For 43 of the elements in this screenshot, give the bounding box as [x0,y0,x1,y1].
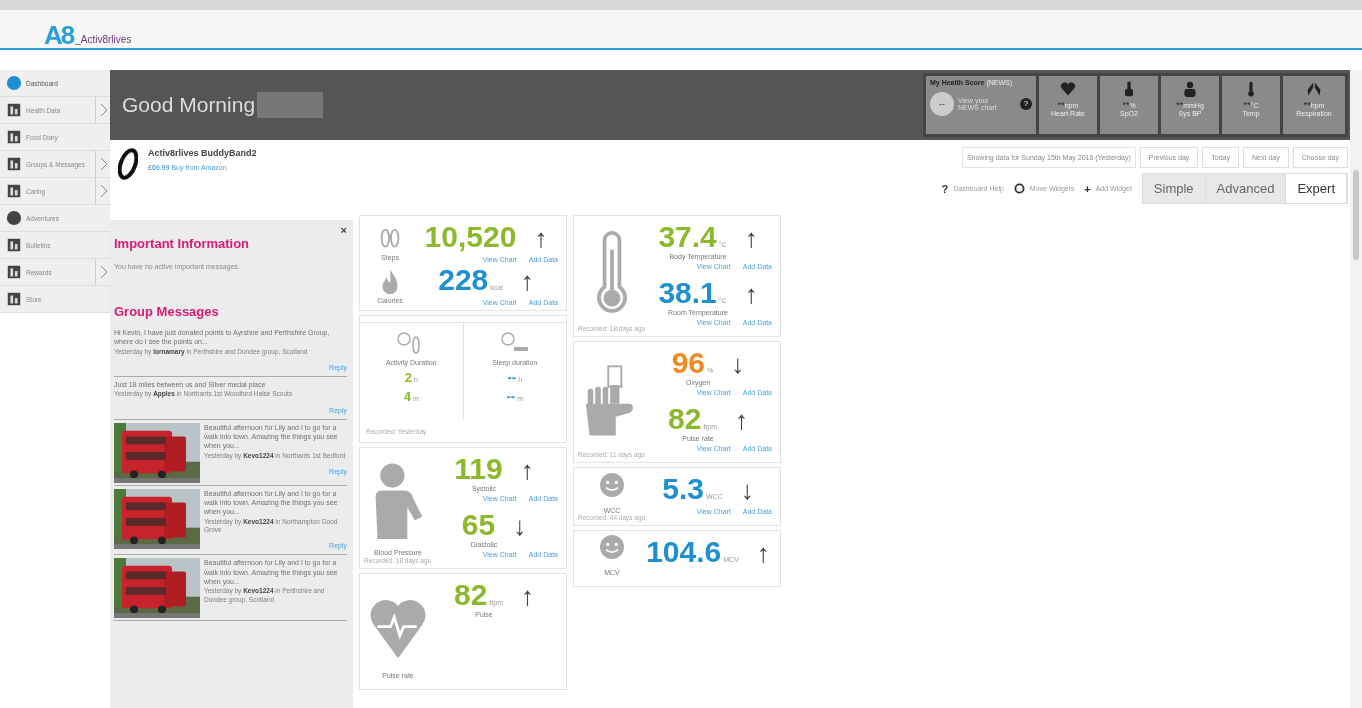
lungs-icon [1306,80,1322,98]
trend-arrow: ↑ [756,539,770,568]
menu-item-icon [6,156,22,172]
trend-arrow: ↑ [520,456,534,485]
greeting: Good Morning [122,93,256,117]
person-icon [1182,80,1198,98]
logo[interactable]: A8_Activ8rlives [44,22,132,48]
metric-value: 10,520 [424,220,517,253]
redacted-name [257,92,324,118]
menu-item-icon [6,237,22,253]
close-icon[interactable]: × [340,224,347,236]
chevron-icon [95,151,110,177]
help-icon[interactable]: ? [1020,98,1032,110]
trend-arrow: ↑ [744,224,758,253]
metric-value: 65 [461,508,496,541]
trend-arrow: ↑ [735,406,748,435]
section-heading: Group Messages [114,304,220,319]
smiley-face-icon [600,535,624,559]
trend-arrow: ↑ [521,582,534,611]
heart-icon [1060,80,1076,98]
chevron-icon [95,178,110,204]
dashboard-icon [6,75,22,91]
menu-item-icon [6,183,22,199]
mode-tab[interactable]: Simple [1142,174,1206,203]
trend-arrow: ↓ [731,350,745,379]
smiley-face-icon [600,473,624,497]
menu-item-icon [6,264,22,280]
menu-item-icon [6,291,22,307]
wristband-icon [118,148,138,180]
metric-value: 119 [454,452,503,485]
trend-arrow: ↑ [520,267,534,296]
trend-arrow: ↑ [744,280,758,309]
mode-tab[interactable]: Advanced [1205,174,1287,203]
trend-arrow: ↓ [740,476,754,505]
menu-item-icon [6,210,22,226]
menu-item-icon [6,102,22,118]
menu-item-icon [6,129,22,145]
score-circle: -- [930,92,954,116]
section-heading: Important Information [114,236,251,251]
product-name: Activ8rlives BuddyBand2 [148,148,257,158]
trend-arrow: ↑ [534,224,548,253]
scrollbar[interactable] [1350,70,1362,708]
trend-arrow: ↓ [513,512,527,541]
